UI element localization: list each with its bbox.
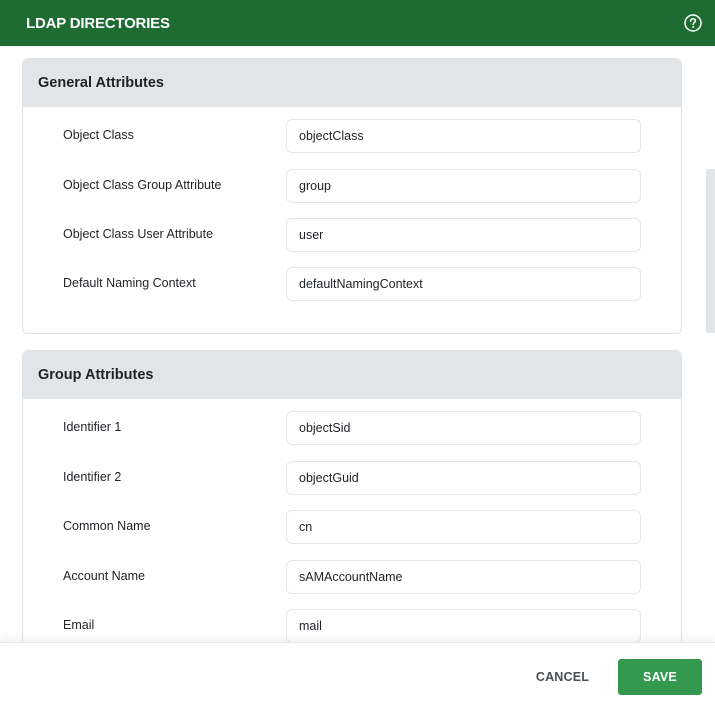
- form-row-default-naming-context: Default Naming Context: [23, 267, 681, 301]
- form-row-object-class-group-attribute: Object Class Group Attribute: [23, 169, 681, 203]
- dialog-title: LDAP DIRECTORIES: [26, 14, 170, 32]
- form-row-account-name: Account Name: [23, 560, 681, 594]
- identifier-1-input[interactable]: [286, 411, 641, 445]
- cancel-button[interactable]: CANCEL: [525, 659, 600, 695]
- scrollbar-track[interactable]: [704, 46, 715, 642]
- field-label: Common Name: [63, 519, 151, 533]
- form-row-common-name: Common Name: [23, 510, 681, 544]
- default-naming-context-input[interactable]: [286, 267, 641, 301]
- field-label: Object Class Group Attribute: [63, 178, 222, 192]
- help-circle-icon[interactable]: [683, 13, 703, 33]
- general-attributes-section: General Attributes Object Class Object C…: [22, 58, 682, 334]
- field-label: Default Naming Context: [63, 276, 196, 290]
- scrollbar-thumb[interactable]: [706, 169, 715, 333]
- field-label: Identifier 1: [63, 420, 122, 434]
- object-class-group-attribute-input[interactable]: [286, 169, 641, 203]
- form-row-identifier-2: Identifier 2: [23, 461, 681, 495]
- object-class-input[interactable]: [286, 119, 641, 153]
- field-label: Email: [63, 618, 95, 632]
- section-header: Group Attributes: [23, 351, 681, 399]
- dialog-header: LDAP DIRECTORIES: [0, 0, 715, 46]
- field-label: Object Class User Attribute: [63, 227, 214, 241]
- save-button[interactable]: SAVE: [618, 659, 702, 695]
- form-row-object-class: Object Class: [23, 119, 681, 153]
- form-row-identifier-1: Identifier 1: [23, 411, 681, 445]
- section-header: General Attributes: [23, 59, 681, 107]
- field-label: Account Name: [63, 569, 145, 583]
- common-name-input[interactable]: [286, 510, 641, 544]
- account-name-input[interactable]: [286, 560, 641, 594]
- object-class-user-attribute-input[interactable]: [286, 218, 641, 252]
- group-attributes-section: Group Attributes Identifier 1 Identifier…: [22, 350, 682, 642]
- dialog-content: General Attributes Object Class Object C…: [0, 46, 715, 642]
- field-label: Identifier 2: [63, 470, 122, 484]
- dialog-footer: CANCEL SAVE: [0, 642, 715, 704]
- email-input[interactable]: [286, 609, 641, 642]
- field-label: Object Class: [63, 128, 134, 142]
- form-row-object-class-user-attribute: Object Class User Attribute: [23, 218, 681, 252]
- identifier-2-input[interactable]: [286, 461, 641, 495]
- form-row-email: Email: [23, 609, 681, 642]
